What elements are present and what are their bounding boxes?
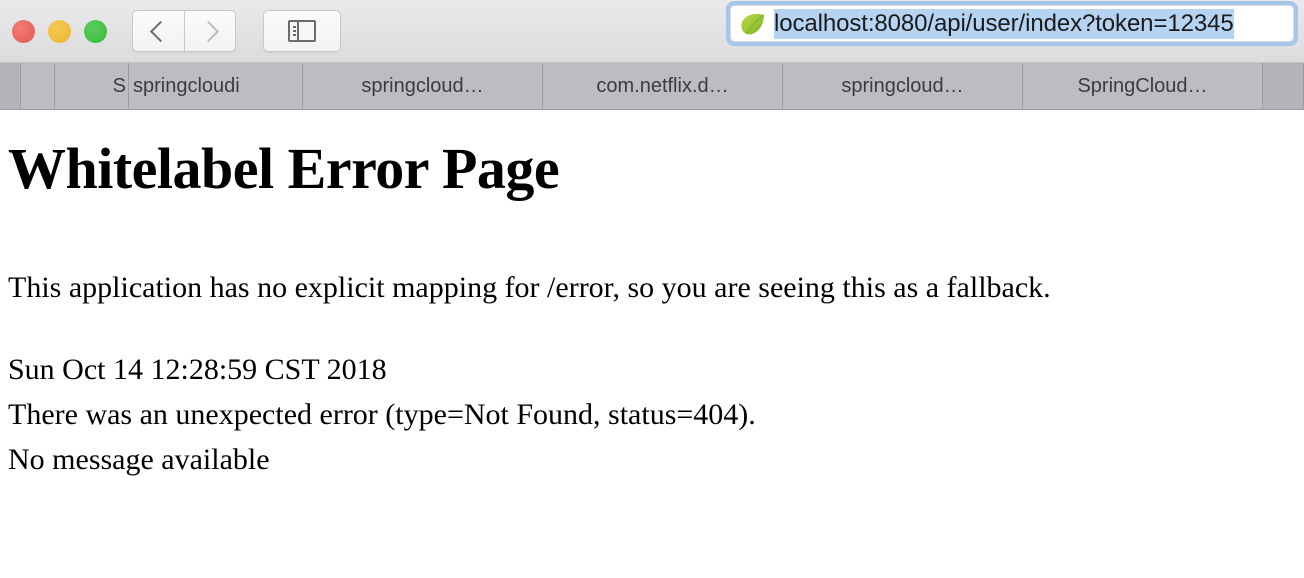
address-bar-focus-ring: localhost:8080/api/user/index?token=1234…: [726, 1, 1298, 46]
chevron-left-icon: [149, 20, 172, 42]
tab-label: springcloud…: [361, 74, 484, 97]
address-bar-field[interactable]: localhost:8080/api/user/index?token=1234…: [730, 5, 1294, 42]
error-message: No message available: [8, 442, 270, 476]
tab-item[interactable]: [1263, 63, 1304, 109]
browser-toolbar: localhost:8080/api/user/index?token=1234…: [0, 0, 1304, 63]
browser-window: localhost:8080/api/user/index?token=1234…: [0, 0, 1304, 578]
error-timestamp: Sun Oct 14 12:28:59 CST 2018: [8, 352, 387, 386]
forward-button[interactable]: [184, 10, 236, 52]
chevron-right-icon: [197, 20, 219, 42]
tab-label: springcloud…: [841, 74, 964, 97]
minimize-window-button[interactable]: [48, 19, 71, 43]
tab-label: com.netflix.d…: [596, 74, 729, 97]
error-details: Sun Oct 14 12:28:59 CST 2018 There was a…: [8, 352, 1296, 476]
navigation-buttons: [132, 10, 236, 52]
zoom-window-button[interactable]: [84, 19, 107, 43]
address-bar[interactable]: localhost:8080/api/user/index?token=1234…: [726, 1, 1298, 46]
error-status-line: There was an unexpected error (type=Not …: [8, 397, 756, 431]
tab-label: SpringCloud…: [1077, 74, 1208, 97]
close-window-button[interactable]: [12, 19, 35, 43]
tab-item[interactable]: [21, 63, 55, 109]
tab-item[interactable]: com.netflix.d…: [543, 63, 783, 109]
spring-leaf-icon: [738, 11, 768, 37]
sidebar-toggle-button[interactable]: [263, 10, 341, 52]
back-button[interactable]: [132, 10, 184, 52]
tab-strip: Sspringcloudi springcloud… com.netflix.d… s…: [0, 63, 1304, 110]
tab-label: S: [112, 74, 126, 97]
address-bar-url-text[interactable]: localhost:8080/api/user/index?token=1234…: [774, 8, 1234, 39]
tab-item[interactable]: springcloud…: [303, 63, 543, 109]
tab-item[interactable]: [0, 63, 21, 109]
tab-label: springcloudi: [133, 74, 240, 97]
tab-item[interactable]: springcloud…: [783, 63, 1023, 109]
tab-item[interactable]: S: [55, 63, 129, 109]
tab-item[interactable]: SpringCloud…: [1023, 63, 1263, 109]
sidebar-toggle-icon: [288, 20, 316, 42]
page-title: Whitelabel Error Page: [8, 136, 560, 201]
error-intro-text: This application has no explicit mapping…: [8, 270, 1051, 304]
page-content: Whitelabel Error Page This application h…: [0, 136, 1304, 476]
tab-item[interactable]: springcloudi: [129, 63, 303, 109]
window-controls: [12, 19, 107, 43]
